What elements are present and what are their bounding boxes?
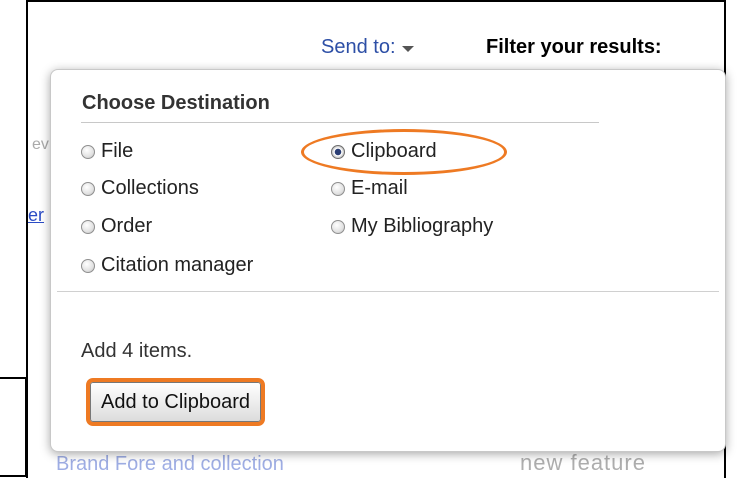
radio-button-selected-icon[interactable] [331,144,345,159]
radio-option-email[interactable]: E-mail [331,177,408,200]
radio-button-icon[interactable] [81,219,95,234]
radio-option-collections[interactable]: Collections [81,177,199,200]
send-to-menu[interactable]: Send to: [321,36,414,59]
background-text-fragment: ev [32,136,49,153]
results-toolbar: Send to: Filter your results: [0,36,738,66]
radio-option-citation-manager[interactable]: Citation manager [81,254,253,277]
title-divider [81,122,599,123]
radio-option-clipboard[interactable]: Clipboard [331,140,437,163]
radio-option-label: Order [101,215,153,237]
radio-option-label: E-mail [351,177,408,199]
background-new-feature: new feature [520,450,646,475]
radio-button-icon[interactable] [81,258,95,273]
choose-destination-title: Choose Destination [82,92,270,114]
filter-results-title: Filter your results: [486,36,662,58]
radio-option-my-bibliography[interactable]: My Bibliography [331,215,493,238]
radio-option-order[interactable]: Order [81,215,152,238]
section-divider [57,291,719,292]
radio-button-icon[interactable] [81,144,95,159]
background-bottom-link[interactable]: Brand Fore and collection [56,453,284,476]
caret-down-icon [401,46,414,52]
radio-option-label: Citation manager [101,254,254,276]
radio-option-file[interactable]: File [81,140,133,163]
radio-button-icon[interactable] [331,181,345,196]
radio-option-label: Clipboard [351,140,437,162]
add-items-count: Add 4 items. [81,340,193,362]
radio-option-label: My Bibliography [351,215,494,237]
radio-option-label: File [101,140,134,162]
radio-button-icon[interactable] [331,219,345,234]
radio-option-label: Collections [101,177,199,199]
radio-button-icon[interactable] [81,181,95,196]
send-to-dropdown: Choose Destination File Clipboard Collec… [50,69,726,452]
send-to-label: Send to: [321,36,396,58]
left-panel-fragment [0,377,27,477]
add-to-clipboard-button[interactable]: Add to Clipboard [86,378,265,426]
background-link-fragment[interactable]: er [28,205,44,226]
